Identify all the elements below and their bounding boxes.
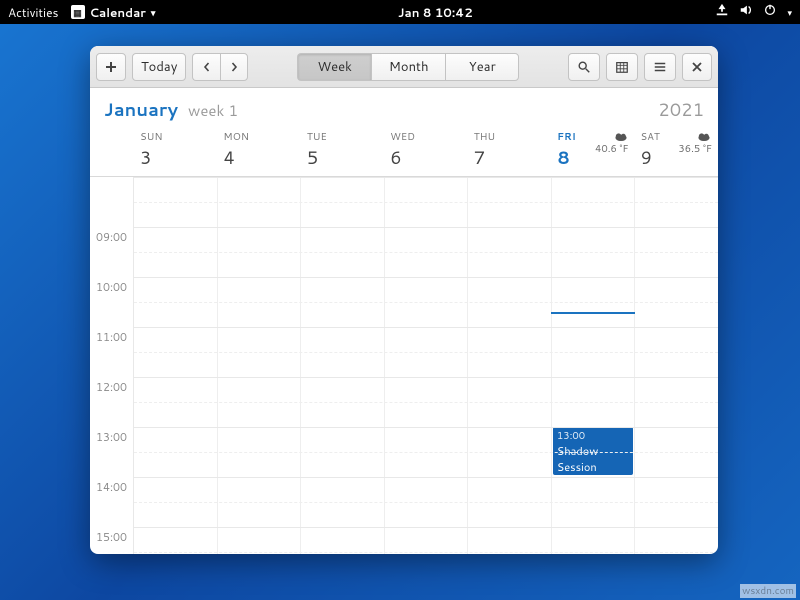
year-label: 2021 <box>658 96 704 122</box>
view-week-button[interactable]: Week <box>297 53 371 81</box>
power-icon[interactable] <box>763 3 777 21</box>
day-column[interactable]: 13:00Shadow Session <box>552 177 636 554</box>
week-grid[interactable]: 09:0010:0011:0012:0013:0014:0015:00 13:0… <box>90 177 718 554</box>
hour-label: 10:00 <box>90 277 134 327</box>
top-panel: Activities ▦ Calendar ▾ Jan 8 10:42 ▾ <box>0 0 800 24</box>
nav-buttons <box>192 53 248 81</box>
hour-label: 15:00 <box>90 527 134 554</box>
next-button[interactable] <box>220 53 248 81</box>
day-header: MON4 <box>217 126 300 176</box>
day-headers: SUN3MON4TUE5WED6THU740.6 °FFRI836.5 °FSA… <box>90 126 718 177</box>
hour-label: 12:00 <box>90 377 134 427</box>
network-icon[interactable] <box>715 3 729 21</box>
hour-label <box>90 177 134 227</box>
day-header: SUN3 <box>134 126 217 176</box>
calendar-app-icon: ▦ <box>71 5 85 19</box>
app-menu[interactable]: ▦ Calendar ▾ <box>71 4 156 21</box>
volume-icon[interactable] <box>739 3 753 21</box>
day-column[interactable] <box>134 177 218 554</box>
watermark: wsxdn.com <box>740 584 796 598</box>
hour-column: 09:0010:0011:0012:0013:0014:0015:00 <box>90 177 134 554</box>
day-header: TUE5 <box>301 126 384 176</box>
day-column[interactable] <box>385 177 469 554</box>
headerbar: Today Week Month Year <box>90 46 718 88</box>
weather-icon: 36.5 °F <box>678 130 712 155</box>
view-year-button[interactable]: Year <box>445 53 519 81</box>
hour-label: 11:00 <box>90 327 134 377</box>
weather-icon: 40.6 °F <box>595 130 629 155</box>
subheader: January week 1 2021 <box>90 88 718 126</box>
day-column[interactable] <box>468 177 552 554</box>
app-menu-label: Calendar <box>90 4 146 21</box>
calendars-button[interactable] <box>606 53 638 81</box>
hour-label: 14:00 <box>90 477 134 527</box>
now-indicator <box>551 312 634 314</box>
hour-label: 13:00 <box>90 427 134 477</box>
view-switcher: Week Month Year <box>297 53 519 81</box>
day-column[interactable] <box>218 177 302 554</box>
calendar-event[interactable]: 13:00Shadow Session <box>553 427 634 475</box>
add-event-button[interactable] <box>96 53 126 81</box>
month-label: January <box>104 96 178 122</box>
day-column[interactable] <box>301 177 385 554</box>
calendar-window: Today Week Month Year January week 1 202… <box>90 46 718 554</box>
view-month-button[interactable]: Month <box>371 53 445 81</box>
search-button[interactable] <box>568 53 600 81</box>
day-header: THU7 <box>468 126 551 176</box>
prev-button[interactable] <box>192 53 220 81</box>
hour-label: 09:00 <box>90 227 134 277</box>
day-header: 36.5 °FSAT9 <box>635 126 718 176</box>
panel-clock[interactable]: Jan 8 10:42 <box>155 4 715 21</box>
day-header: WED6 <box>384 126 467 176</box>
menu-button[interactable] <box>644 53 676 81</box>
close-button[interactable] <box>682 53 712 81</box>
week-label: week 1 <box>188 100 238 121</box>
day-column[interactable] <box>635 177 718 554</box>
day-header: 40.6 °FFRI8 <box>551 126 634 176</box>
today-button[interactable]: Today <box>132 53 186 81</box>
activities-button[interactable]: Activities <box>8 4 59 21</box>
system-menu-chevron-icon[interactable]: ▾ <box>787 6 792 19</box>
